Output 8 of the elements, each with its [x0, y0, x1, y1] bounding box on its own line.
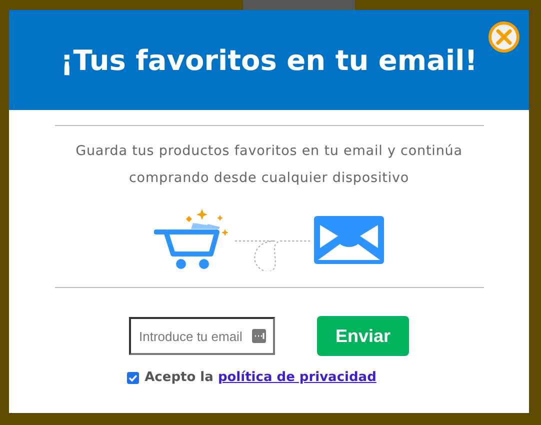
password-manager-icon[interactable]	[252, 329, 266, 343]
consent-checkbox[interactable]	[126, 372, 139, 384]
description-text: Guarda tus productos favoritos en tu email y continúa comprando desde cualquier dispositivo	[74, 142, 464, 188]
consent-text: Acepto la política de privacidad	[144, 370, 376, 385]
privacy-policy-link[interactable]: política de privacidad	[218, 370, 376, 385]
email-field[interactable]: Introduce tu email	[129, 317, 275, 355]
envelope-icon	[314, 216, 384, 264]
dialog-title: ¡Tus favoritos en tu email!	[60, 44, 478, 76]
